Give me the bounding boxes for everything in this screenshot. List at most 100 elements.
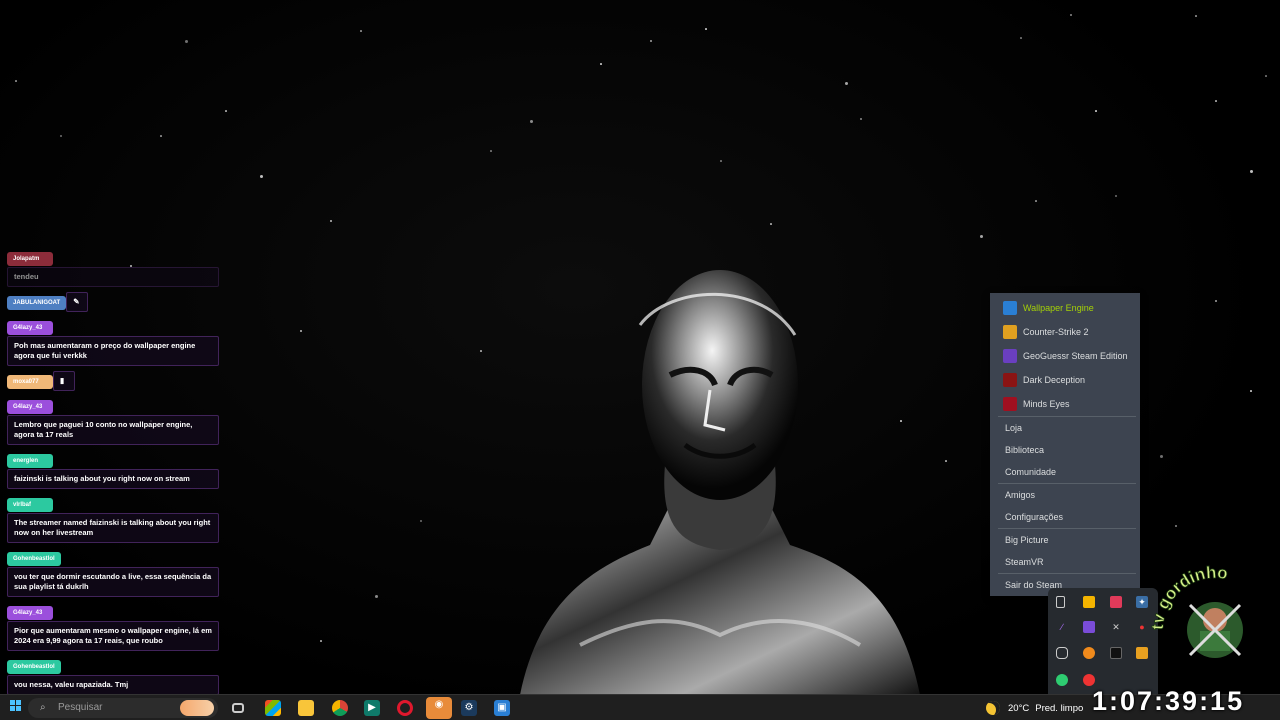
chat-username-badge: G4lazy_43 bbox=[7, 400, 53, 414]
orange-app-icon[interactable] bbox=[1083, 647, 1095, 659]
star bbox=[1095, 110, 1097, 112]
steam-menu-item[interactable]: Biblioteca bbox=[990, 439, 1140, 461]
steam-menu-game-label: Minds Eyes bbox=[1023, 399, 1070, 409]
chrome-statue-image bbox=[520, 270, 920, 695]
steam-menu-item[interactable]: Configurações bbox=[990, 506, 1140, 528]
star bbox=[1250, 170, 1253, 173]
opera-icon[interactable] bbox=[397, 700, 413, 716]
chat-username-badge: JABULANIGOAT bbox=[7, 296, 67, 310]
microphone-icon[interactable]: ● bbox=[1136, 621, 1148, 633]
star bbox=[1195, 15, 1197, 17]
star bbox=[15, 80, 17, 82]
store-icon[interactable] bbox=[1083, 596, 1095, 608]
chat-message: G4lazy_43 Poh mas aumentaram o preço do w… bbox=[7, 316, 219, 366]
chat-message: vlrlbaf The streamer named faizinski is t… bbox=[7, 493, 219, 543]
star bbox=[60, 135, 62, 137]
steam-menu-item[interactable]: SteamVR bbox=[990, 551, 1140, 573]
steam-menu-item[interactable]: Loja bbox=[990, 417, 1140, 439]
obs-icon[interactable] bbox=[1110, 647, 1122, 659]
steam-menu-game-4[interactable]: Minds Eyes bbox=[990, 392, 1140, 416]
taskbar: ⌕ Pesquisar ▶ ◉ ⚙ ▣ 20°C Pred. limpo bbox=[0, 694, 1280, 720]
star bbox=[650, 40, 652, 42]
phone-link-icon[interactable] bbox=[1056, 596, 1065, 608]
steam-menu-game-label: Wallpaper Engine bbox=[1023, 303, 1094, 313]
task-view-icon[interactable] bbox=[232, 703, 244, 713]
star bbox=[225, 110, 227, 112]
taskbar-search-input[interactable]: ⌕ Pesquisar bbox=[28, 698, 218, 718]
weather-widget[interactable]: 20°C Pred. limpo bbox=[986, 698, 1083, 718]
steam-tray-icon[interactable]: ✦ bbox=[1136, 596, 1148, 608]
weather-moon-icon bbox=[986, 701, 1000, 715]
chat-message: JABULANIGOAT ✎ bbox=[7, 291, 219, 312]
star bbox=[300, 330, 302, 332]
chat-username-badge: energlen bbox=[7, 454, 53, 468]
chat-message: Gohenbeastlol vou ter que dormir escutand… bbox=[7, 547, 219, 597]
steam-menu-game-label: Dark Deception bbox=[1023, 375, 1086, 385]
steam-menu-item[interactable]: Comunidade bbox=[990, 461, 1140, 483]
wallpaper-engine-icon bbox=[1003, 301, 1017, 315]
chat-message: Gohenbeastlol vou nessa, valeu rapaziada.… bbox=[7, 655, 219, 695]
tray-overflow-panel: ✦ ∕ ✕ ● bbox=[1048, 588, 1158, 694]
search-icon: ⌕ bbox=[40, 702, 46, 713]
chat-username-badge: Gohenbeastlol bbox=[7, 660, 61, 674]
star bbox=[490, 150, 492, 152]
green-dot-icon[interactable] bbox=[1056, 674, 1068, 686]
star bbox=[480, 350, 482, 352]
widgets-icon[interactable] bbox=[265, 700, 281, 716]
steam-menu-game-label: Counter-Strike 2 bbox=[1023, 327, 1089, 337]
discord-like-icon[interactable]: ◉ bbox=[426, 697, 452, 719]
star bbox=[945, 460, 947, 462]
dark-deception-icon bbox=[1003, 373, 1017, 387]
star bbox=[1160, 455, 1163, 458]
star bbox=[1250, 390, 1252, 392]
star bbox=[705, 28, 707, 30]
counter-strike-icon bbox=[1003, 325, 1017, 339]
star bbox=[1175, 525, 1177, 527]
star bbox=[185, 40, 188, 43]
chat-username-badge: G4lazy_43 bbox=[7, 606, 53, 620]
steam-menu-game-0[interactable]: Wallpaper Engine bbox=[990, 296, 1140, 320]
chat-message: moxa077 ▮ bbox=[7, 370, 219, 391]
chat-username-badge: vlrlbaf bbox=[7, 498, 53, 512]
chat-message-text: ▮ bbox=[53, 371, 75, 391]
steam-menu-game-2[interactable]: GeoGuessr Steam Edition bbox=[990, 344, 1140, 368]
star bbox=[360, 30, 362, 32]
star bbox=[260, 175, 263, 178]
link-icon[interactable] bbox=[1056, 647, 1068, 659]
record-icon[interactable] bbox=[1083, 674, 1095, 686]
star bbox=[420, 520, 422, 522]
tool-icon[interactable]: ✕ bbox=[1110, 621, 1122, 633]
search-flower-icon bbox=[180, 700, 214, 716]
battery-app-icon[interactable] bbox=[1136, 647, 1148, 659]
chrome-icon[interactable] bbox=[332, 700, 348, 716]
steam-menu-game-1[interactable]: Counter-Strike 2 bbox=[990, 320, 1140, 344]
file-explorer-icon[interactable] bbox=[298, 700, 314, 716]
twitch-icon[interactable] bbox=[1083, 621, 1095, 633]
chat-message-text: vou ter que dormir escutando a live, ess… bbox=[7, 567, 219, 597]
chat-message-text: Poh mas aumentaram o preço do wallpaper … bbox=[7, 336, 219, 366]
star bbox=[160, 135, 162, 137]
windows-start-icon[interactable] bbox=[8, 700, 24, 716]
star bbox=[845, 82, 848, 85]
stream-chat-overlay: Jolapatm tendeu JABULANIGOAT ✎ G4lazy_43 Poh … bbox=[7, 247, 219, 699]
star bbox=[1265, 75, 1267, 77]
app-red-icon[interactable] bbox=[1110, 596, 1122, 608]
chat-username-badge: moxa077 bbox=[7, 375, 53, 389]
chat-message-text: Pior que aumentaram mesmo o wallpaper en… bbox=[7, 621, 219, 651]
app-launcher-icon[interactable]: ▶ bbox=[364, 700, 380, 716]
chat-username-badge: Jolapatm bbox=[7, 252, 53, 266]
chat-message-text: The streamer named faizinski is talking … bbox=[7, 513, 219, 543]
chat-message-text: tendeu bbox=[7, 267, 219, 287]
steam-menu-item[interactable]: Amigos bbox=[990, 484, 1140, 506]
steam-taskbar-icon[interactable]: ⚙ bbox=[461, 700, 477, 716]
steam-tray-context-menu: Wallpaper Engine Counter-Strike 2 GeoGuess… bbox=[990, 293, 1140, 596]
steam-menu-item[interactable]: Big Picture bbox=[990, 529, 1140, 551]
star bbox=[1115, 195, 1117, 197]
chat-message: G4lazy_43 Lembro que paguei 10 conto no w… bbox=[7, 395, 219, 445]
star bbox=[600, 63, 602, 65]
wallpaper-engine-taskbar-icon[interactable]: ▣ bbox=[494, 700, 510, 716]
star bbox=[330, 220, 332, 222]
steam-menu-game-3[interactable]: Dark Deception bbox=[990, 368, 1140, 392]
pen-icon[interactable]: ∕ bbox=[1056, 621, 1068, 633]
chat-message-text: faizinski is talking about you right now… bbox=[7, 469, 219, 489]
